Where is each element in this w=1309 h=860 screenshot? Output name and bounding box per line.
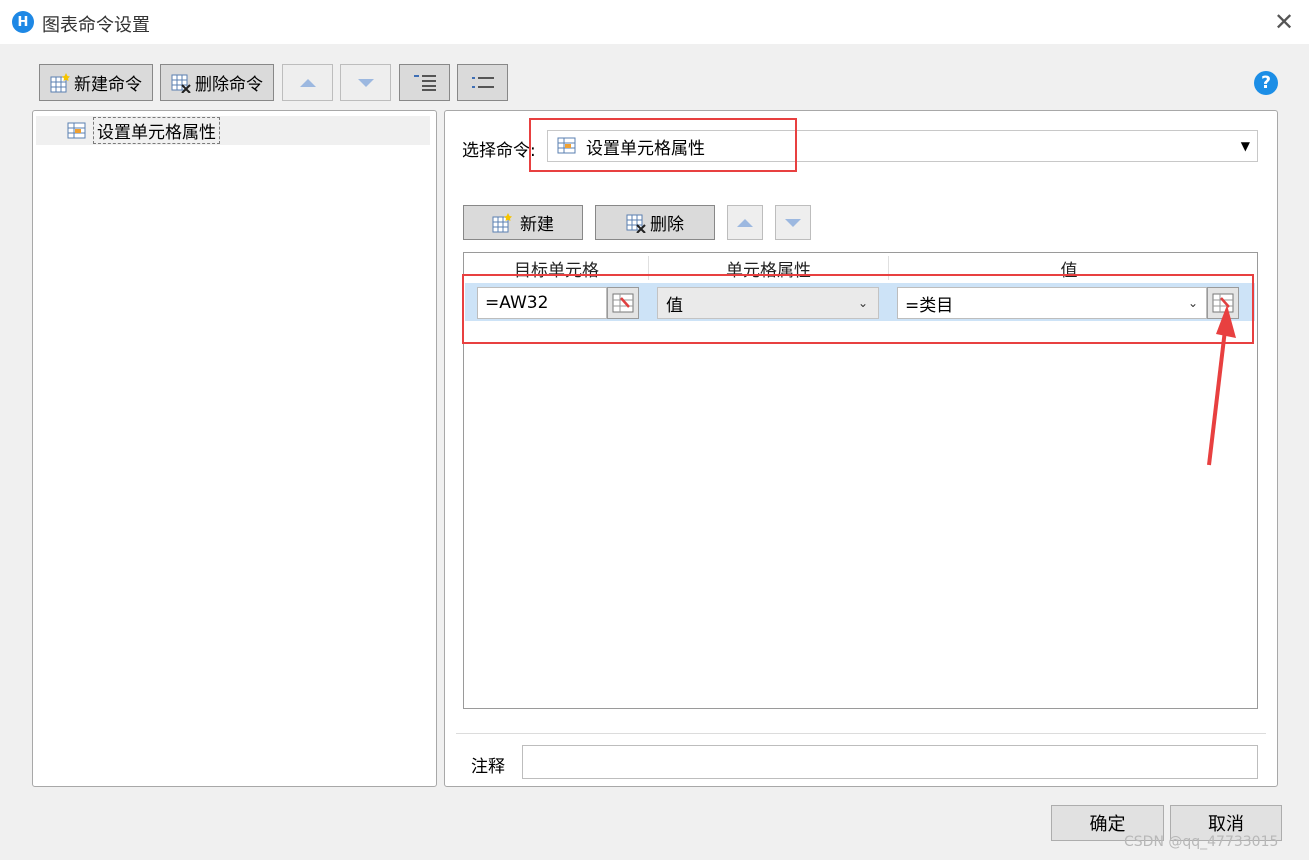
new-command-button[interactable]: 新建命令 — [39, 64, 153, 101]
outdent-list-icon — [471, 76, 494, 88]
new-row-label: 新建 — [520, 215, 554, 235]
new-row-button[interactable]: 新建 — [463, 205, 583, 240]
delete-table-icon — [171, 74, 191, 93]
indent-button[interactable] — [399, 64, 450, 101]
dropdown-arrow-icon: ▼ — [1240, 139, 1250, 153]
new-table-icon — [492, 212, 512, 232]
command-tree-panel — [32, 110, 437, 787]
delete-row-label: 删除 — [650, 215, 684, 235]
tree-item-label[interactable]: 设置单元格属性 — [93, 117, 220, 144]
watermark: CSDN @qq_47733015 — [1124, 834, 1279, 850]
arrow-up-icon — [299, 78, 316, 87]
annotation-box-select — [529, 118, 797, 172]
close-icon[interactable]: ✕ — [1270, 8, 1298, 36]
new-command-label: 新建命令 — [74, 75, 142, 95]
arrow-up-icon — [737, 218, 753, 227]
divider — [456, 733, 1266, 734]
cell-property-icon — [67, 122, 86, 139]
title-bar — [0, 0, 1309, 44]
arrow-down-icon — [785, 218, 801, 227]
delete-command-label: 删除命令 — [195, 75, 263, 95]
select-command-label: 选择命令: — [462, 141, 536, 161]
delete-row-button[interactable]: 删除 — [595, 205, 715, 240]
help-icon[interactable]: ? — [1254, 71, 1278, 95]
annotation-arrow-icon — [1207, 305, 1236, 466]
delete-table-icon — [626, 214, 646, 233]
move-down-button[interactable] — [340, 64, 391, 101]
move-up-button[interactable] — [282, 64, 333, 101]
delete-command-button[interactable]: 删除命令 — [160, 64, 274, 101]
indent-list-icon — [413, 74, 436, 91]
arrow-down-icon — [357, 78, 374, 87]
row-move-down-button[interactable] — [775, 205, 811, 240]
app-icon: H — [12, 11, 34, 33]
row-move-up-button[interactable] — [727, 205, 763, 240]
outdent-button[interactable] — [457, 64, 508, 101]
new-table-icon — [50, 72, 70, 92]
note-input[interactable] — [522, 745, 1258, 779]
note-label: 注释 — [471, 757, 505, 777]
annotation-box-row — [462, 274, 1254, 344]
window-title: 图表命令设置 — [42, 15, 150, 36]
